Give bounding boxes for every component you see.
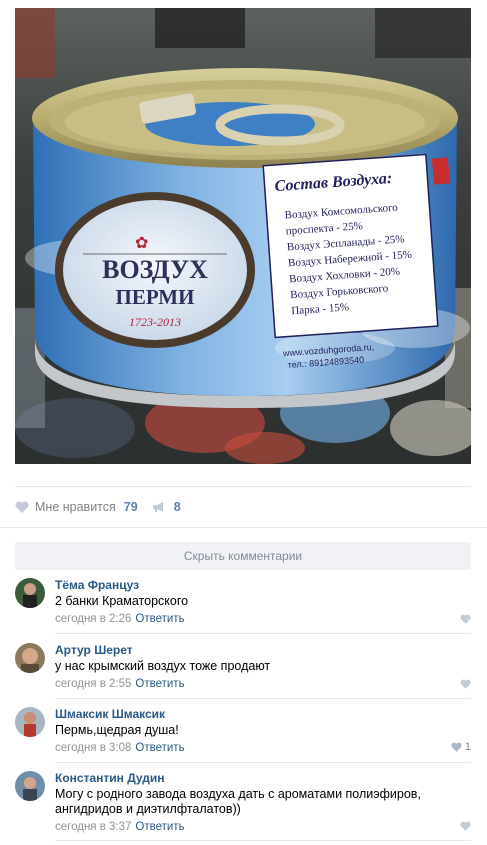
comment-like-count: 1 [464, 741, 471, 753]
divider [55, 840, 471, 841]
heart-icon [460, 614, 471, 624]
avatar[interactable] [15, 578, 45, 608]
avatar[interactable] [15, 643, 45, 673]
comment-time[interactable]: сегодня в 3:08 [55, 742, 131, 754]
heart-icon [460, 821, 471, 831]
like-button[interactable]: Мне нравится 79 [15, 500, 138, 514]
post-actions: Мне нравится 79 8 [15, 486, 471, 527]
divider [0, 527, 487, 528]
heart-icon [15, 501, 29, 513]
comment-author[interactable]: Тёма Француз [55, 578, 471, 592]
comment: Шмаксик Шмаксик Пермь,щедрая душа! сегод… [15, 707, 471, 763]
comment: Тёма Француз 2 банки Краматорского сегод… [15, 578, 471, 634]
comment: Артур Шерет у нас крымский воздух тоже п… [15, 643, 471, 699]
can-title-line1: ВОЗДУХ [102, 255, 208, 284]
can-title-line2: ПЕРМИ [116, 285, 195, 309]
comment: Константин Дудин Могу с родного завода в… [15, 771, 471, 841]
like-label: Мне нравится [35, 500, 116, 514]
comment-like-button[interactable]: 1 [451, 741, 471, 753]
comment-like-button[interactable] [460, 821, 471, 831]
share-count: 8 [173, 500, 181, 514]
divider [55, 633, 471, 634]
post-photo[interactable]: ✿ ВОЗДУХ ПЕРМИ 1723-2013 Состав Воздуха:… [15, 8, 471, 464]
comment-text: Пермь,щедрая душа! [55, 723, 179, 737]
comment-author[interactable]: Константин Дудин [55, 771, 471, 785]
comment-author[interactable]: Артур Шерет [55, 643, 471, 657]
divider [55, 762, 471, 763]
comment-text: у нас крымский воздух тоже продают [55, 659, 271, 673]
comment-author[interactable]: Шмаксик Шмаксик [55, 707, 471, 721]
reply-button[interactable]: Ответить [135, 613, 184, 625]
can-years: 1723-2013 [129, 315, 181, 329]
reply-button[interactable]: Ответить [135, 678, 184, 690]
divider [55, 698, 471, 699]
avatar[interactable] [15, 771, 45, 801]
heart-icon [451, 742, 462, 752]
comment-time[interactable]: сегодня в 2:26 [55, 613, 131, 625]
share-button[interactable]: 8 [152, 500, 181, 514]
comment-like-button[interactable] [460, 614, 471, 624]
svg-text:✿: ✿ [135, 235, 148, 252]
comment-time[interactable]: сегодня в 3:37 [55, 821, 131, 833]
hide-comments-button[interactable]: Скрыть комментарии [15, 542, 471, 570]
comment-like-button[interactable] [460, 679, 471, 689]
reply-button[interactable]: Ответить [135, 742, 184, 754]
heart-icon [460, 679, 471, 689]
like-count: 79 [123, 500, 138, 514]
comment-text: 2 банки Краматорского [55, 594, 189, 608]
comment-time[interactable]: сегодня в 2:55 [55, 678, 131, 690]
reply-button[interactable]: Ответить [135, 821, 184, 833]
megaphone-icon [152, 502, 163, 512]
avatar[interactable] [15, 707, 45, 737]
comment-text: Могу с родного завода воздуха дать с аро… [55, 787, 421, 816]
